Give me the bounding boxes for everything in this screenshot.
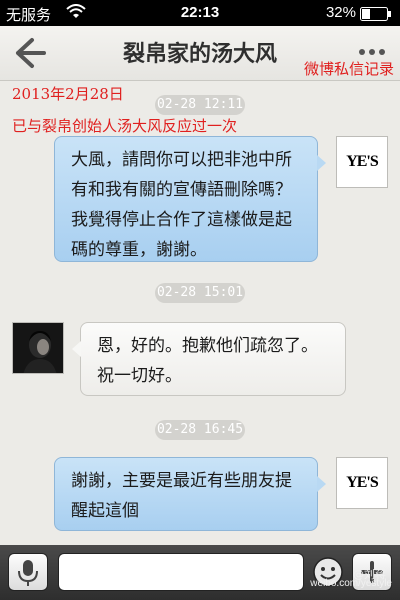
avatar-logo: YE'S — [346, 153, 379, 170]
voice-input-button[interactable] — [8, 553, 48, 591]
bubble-tail — [317, 155, 326, 171]
bubble-tail — [72, 341, 81, 357]
battery-icon — [360, 7, 392, 25]
status-bar: 无服务 22:13 32% — [0, 0, 400, 26]
battery-percentage: 32% — [325, 4, 356, 21]
message-input-bar — [0, 545, 400, 600]
message-text: 大風，請問你可以把非池中所有和我有關的宣傳語刪除嗎？我覺得停止合作了這樣做是起碼… — [71, 150, 292, 260]
bubble-tail — [317, 476, 326, 492]
watermark-url: weibo.com/yestyle — [310, 578, 392, 589]
message-bubble-outgoing[interactable]: 大風，請問你可以把非池中所有和我有關的宣傳語刪除嗎？我覺得停止合作了這樣做是起碼… — [54, 136, 326, 262]
timestamp: 02-28 12:11 — [155, 95, 245, 115]
message-bubble-outgoing[interactable]: 謝謝，主要是最近有些朋友提醒起這個 — [54, 457, 326, 531]
message-text: 謝謝，主要是最近有些朋友提醒起這個 — [71, 471, 292, 521]
annotation-description: 已与裂帛创始人汤大风反应过一次 — [12, 117, 238, 135]
timestamp: 02-28 16:45 — [155, 420, 245, 440]
annotation-weibo-label: 微博私信记录 — [303, 60, 394, 78]
timestamp: 02-28 15:01 — [155, 283, 245, 303]
annotation-date: 2013年2月28日 — [12, 85, 124, 103]
avatar-photo-icon — [13, 323, 63, 373]
avatar[interactable] — [12, 322, 64, 374]
message-bubble-incoming[interactable]: 恩，好的。抱歉他们疏忽了。祝一切好。 — [72, 322, 346, 396]
avatar-logo: YE'S — [346, 474, 379, 491]
microphone-icon — [18, 560, 38, 586]
message-text-input[interactable] — [58, 553, 304, 591]
message-text: 恩，好的。抱歉他们疏忽了。祝一切好。 — [97, 336, 318, 386]
avatar[interactable]: YE'S — [336, 136, 388, 188]
avatar[interactable]: YE'S — [336, 457, 388, 509]
